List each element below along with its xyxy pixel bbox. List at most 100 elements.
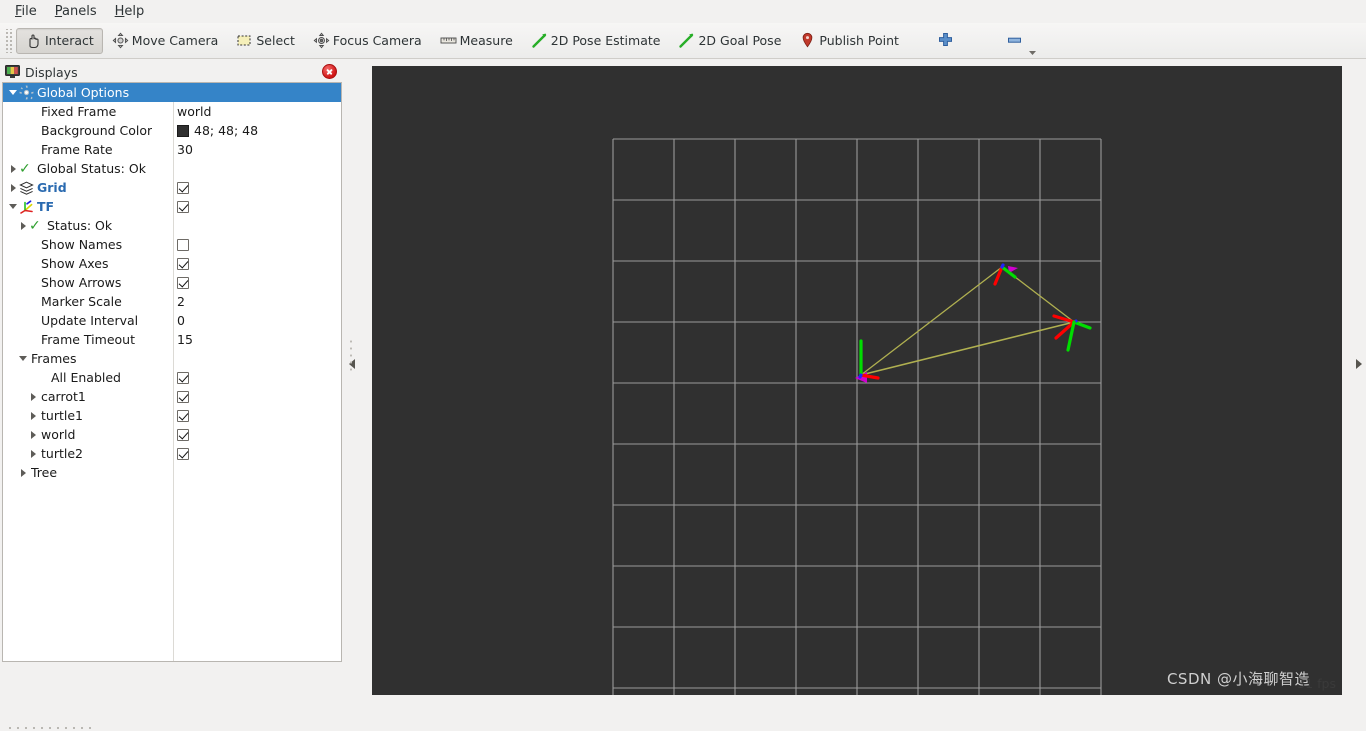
checkbox-show-axes[interactable]	[177, 257, 189, 270]
checkbox-turtle2[interactable]	[177, 447, 189, 460]
color-swatch[interactable]	[177, 124, 189, 137]
tree-row-value[interactable]	[177, 409, 189, 422]
tree-expander-icon[interactable]	[8, 182, 19, 193]
tree-expander-icon[interactable]	[18, 353, 29, 364]
checkbox-world[interactable]	[177, 428, 189, 441]
tree-row-all-enabled[interactable]: All Enabled	[3, 368, 341, 387]
tool-publish-point[interactable]: Publish Point	[790, 28, 908, 54]
checkbox-show-names[interactable]	[177, 238, 189, 251]
tree-row-carrot1[interactable]: carrot1	[3, 387, 341, 406]
value-text: 30	[177, 142, 193, 157]
tree-row-value[interactable]	[177, 257, 189, 270]
fps-label: 31 fps	[1297, 676, 1336, 691]
tool-2d-pose-estimate[interactable]: 2D Pose Estimate	[522, 28, 670, 54]
tree-row-value[interactable]: 15	[177, 332, 193, 347]
tree-row-global-options[interactable]: Global Options	[3, 83, 341, 102]
tree-expander-icon[interactable]	[18, 467, 29, 478]
map-pin-icon	[803, 32, 813, 48]
tree-row-value[interactable]	[177, 276, 189, 289]
gear-icon	[19, 85, 34, 100]
menu-help[interactable]: Help	[106, 2, 154, 21]
tool-measure[interactable]: Measure	[431, 28, 522, 54]
checkbox-turtle1[interactable]	[177, 409, 189, 422]
tool-label: Move Camera	[131, 33, 219, 48]
tool-2d-goal-pose[interactable]: 2D Goal Pose	[669, 28, 790, 54]
chevron-right-icon	[1356, 358, 1362, 369]
add-tool-button[interactable]	[926, 28, 965, 54]
3d-render-view[interactable]: CSDN @小海聊智造 31 fps	[372, 66, 1342, 695]
tree-row-tf[interactable]: TF	[3, 197, 341, 216]
tree-row-value[interactable]	[177, 238, 189, 251]
tree-row-show-axes[interactable]: Show Axes	[3, 254, 341, 273]
select-rect-icon	[237, 35, 251, 46]
toolbar-grip[interactable]	[4, 28, 13, 53]
close-displays-button[interactable]	[322, 64, 337, 79]
tree-row-value[interactable]	[177, 428, 189, 441]
checkbox-carrot1[interactable]	[177, 390, 189, 403]
tree-expander-icon[interactable]	[18, 220, 29, 231]
tree-expander-icon[interactable]	[8, 201, 19, 212]
tree-row-fixed-frame[interactable]: Fixed Frame world	[3, 102, 341, 121]
tree-row-value[interactable]: world	[177, 104, 211, 119]
menu-panels[interactable]: Panels	[46, 2, 106, 21]
tree-expander-spacer	[28, 144, 39, 155]
plus-icon	[938, 33, 952, 46]
tree-expander-icon[interactable]	[8, 87, 19, 98]
tree-row-marker-scale[interactable]: Marker Scale 2	[3, 292, 341, 311]
displays-tree[interactable]: Global Options Fixed Frame world Background…	[2, 82, 342, 662]
dock-splitter-handle[interactable]	[6, 725, 96, 731]
tree-row-value[interactable]: 48; 48; 48	[177, 123, 258, 138]
tf-axes-icon	[20, 200, 33, 214]
menubar: File Panels Help	[0, 0, 1366, 23]
tree-expander-icon[interactable]	[8, 163, 19, 174]
tree-row-tf-status[interactable]: ✓ Status: Ok	[3, 216, 341, 235]
remove-tool-button[interactable]	[995, 28, 1037, 57]
tool-interact[interactable]: Interact	[16, 27, 103, 54]
tree-row-value[interactable]	[177, 447, 189, 460]
tree-row-world[interactable]: world	[3, 425, 341, 444]
tree-row-update-interval[interactable]: Update Interval 0	[3, 311, 341, 330]
checkbox-tf[interactable]	[177, 200, 189, 213]
tree-row-grid[interactable]: Grid	[3, 178, 341, 197]
tool-label: Interact	[45, 33, 94, 48]
goal-arrow-icon	[679, 33, 694, 48]
tool-select[interactable]: Select	[227, 28, 304, 54]
toolbar: Interact Move Camera Select Focus Camera Mea…	[0, 23, 1366, 59]
tree-row-label: Fixed Frame	[41, 104, 117, 119]
tree-row-value[interactable]	[177, 371, 189, 384]
tree-row-show-arrows[interactable]: Show Arrows	[3, 273, 341, 292]
tree-row-value[interactable]	[177, 390, 189, 403]
tree-row-background-color[interactable]: Background Color 48; 48; 48	[3, 121, 341, 140]
tree-row-value[interactable]: 30	[177, 142, 193, 157]
tree-row-value[interactable]: 0	[177, 313, 185, 328]
tree-row-turtle1[interactable]: turtle1	[3, 406, 341, 425]
tree-expander-spacer	[28, 125, 39, 136]
checkbox-grid[interactable]	[177, 181, 189, 194]
tree-expander-icon[interactable]	[28, 391, 39, 402]
tree-row-tree[interactable]: Tree	[3, 463, 341, 482]
tree-row-frame-timeout[interactable]: Frame Timeout 15	[3, 330, 341, 349]
tree-row-frame-rate[interactable]: Frame Rate 30	[3, 140, 341, 159]
value-text: 15	[177, 332, 193, 347]
tool-focus-camera[interactable]: Focus Camera	[304, 28, 431, 54]
menu-file[interactable]: File	[6, 2, 46, 21]
tree-row-value[interactable]: 2	[177, 294, 185, 309]
tree-expander-icon[interactable]	[28, 410, 39, 421]
tree-row-global-status[interactable]: ✓ Global Status: Ok	[3, 159, 341, 178]
tree-row-frames[interactable]: Frames	[3, 349, 341, 368]
tree-expander-icon[interactable]	[28, 448, 39, 459]
tree-row-value[interactable]	[177, 200, 189, 213]
displays-dock: Displays Global Options Fixed Frame world B…	[2, 62, 342, 731]
collapse-right-handle[interactable]	[1352, 66, 1366, 661]
chevron-down-icon[interactable]	[1028, 50, 1037, 57]
tree-row-label: TF	[37, 199, 55, 214]
collapse-left-handle[interactable]	[345, 66, 359, 661]
tree-row-show-names[interactable]: Show Names	[3, 235, 341, 254]
tree-row-label: Background Color	[41, 123, 153, 138]
checkbox-all-enabled[interactable]	[177, 371, 189, 384]
tree-expander-icon[interactable]	[28, 429, 39, 440]
checkbox-show-arrows[interactable]	[177, 276, 189, 289]
tree-row-turtle2[interactable]: turtle2	[3, 444, 341, 463]
tool-move-camera[interactable]: Move Camera	[103, 28, 228, 54]
tree-row-value[interactable]	[177, 181, 189, 194]
